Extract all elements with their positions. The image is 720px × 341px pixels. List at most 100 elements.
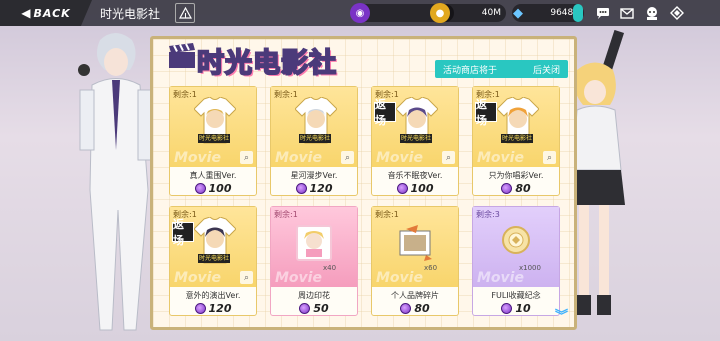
panel-header: 时光电影社 活动商店将于 后关闭 bbox=[153, 39, 574, 85]
item-image: 剩余:1 x60 Movie bbox=[372, 207, 458, 287]
movie-watermark: Movie bbox=[376, 270, 423, 286]
item-name: 个人品牌碎片 bbox=[391, 291, 439, 300]
price-value: 80 bbox=[515, 182, 531, 195]
item-image: 剩余:3 x1000 Movie bbox=[473, 207, 559, 287]
purple-coin-icon bbox=[299, 303, 311, 314]
shop-item[interactable]: 剩余:1 返场 时光电影社 Movie ⌕ 意外的演出Ver. 120 bbox=[169, 206, 257, 316]
shirt-tag: 时光电影社 bbox=[501, 134, 533, 143]
home-icon[interactable] bbox=[668, 4, 686, 22]
movie-watermark: Movie bbox=[174, 150, 221, 166]
shop-item[interactable]: 剩余:1 返场 时光电影社 Movie ⌕ 音乐不眠夜Ver. 100 bbox=[371, 86, 459, 196]
item-name: 只为你唱彩Ver. bbox=[488, 171, 544, 180]
item-quantity: x60 bbox=[424, 264, 438, 272]
item-quantity: x40 bbox=[323, 264, 337, 272]
right-character-illustration bbox=[565, 29, 645, 330]
page-title: 时光电影社 bbox=[100, 6, 161, 21]
movie-watermark: Movie bbox=[275, 150, 322, 166]
gold-coin-counter[interactable]: ● 40M bbox=[430, 3, 506, 23]
movie-watermark: Movie bbox=[275, 270, 322, 286]
shirt-tag: 时光电影社 bbox=[299, 134, 331, 143]
mail-icon[interactable] bbox=[618, 4, 636, 22]
item-remaining: 剩余:1 bbox=[274, 210, 298, 219]
medal-icon bbox=[501, 225, 531, 255]
scroll-down-icon[interactable]: ︾ bbox=[555, 305, 568, 324]
price-value: 120 bbox=[208, 302, 232, 315]
item-remaining: 剩余:1 bbox=[375, 210, 399, 219]
shop-close-notice: 活动商店将于 后关闭 bbox=[434, 60, 568, 78]
chat-icon[interactable] bbox=[594, 4, 612, 22]
item-price: 50 bbox=[271, 302, 357, 315]
character-icon[interactable] bbox=[643, 4, 661, 22]
item-image: 剩余:1 时光电影社 Movie ⌕ bbox=[170, 87, 256, 167]
item-image: 剩余:1 x40 Movie bbox=[271, 207, 357, 287]
item-price: 10 bbox=[473, 302, 559, 315]
price-value: 120 bbox=[309, 182, 333, 195]
shirt-tag: 时光电影社 bbox=[198, 134, 230, 143]
price-value: 100 bbox=[410, 182, 434, 195]
rerun-badge: 返场 bbox=[475, 98, 497, 127]
left-character-illustration bbox=[70, 30, 160, 341]
item-price: 100 bbox=[170, 182, 256, 195]
purple-coin-icon bbox=[194, 303, 206, 314]
item-price: 120 bbox=[271, 182, 357, 195]
shirt-tag: 时光电影社 bbox=[198, 254, 230, 263]
item-name: 音乐不眠夜Ver. bbox=[387, 171, 443, 180]
purple-coin-icon bbox=[501, 303, 513, 314]
sticker-icon bbox=[296, 225, 332, 261]
item-remaining: 剩余:1 bbox=[274, 90, 298, 99]
item-price: 80 bbox=[473, 182, 559, 195]
shirt-tag: 时光电影社 bbox=[400, 134, 432, 143]
gold-coin-value: 40M bbox=[481, 8, 501, 18]
item-name: 意外的演出Ver. bbox=[185, 291, 241, 300]
item-name: FULI收藏纪念 bbox=[491, 291, 541, 300]
price-value: 80 bbox=[414, 302, 430, 315]
item-image: 剩余:1 返场 时光电影社 Movie ⌕ bbox=[372, 87, 458, 167]
item-image: 剩余:1 时光电影社 Movie ⌕ bbox=[271, 87, 357, 167]
shop-item[interactable]: 剩余:1 x40 Movie 周边印花 50 bbox=[270, 206, 358, 316]
rerun-badge: 返场 bbox=[172, 218, 194, 247]
back-button[interactable]: ◀ BACK bbox=[0, 0, 92, 26]
search-icon[interactable]: ⌕ bbox=[240, 271, 253, 284]
purple-coin-icon bbox=[501, 183, 513, 194]
top-bar: ◀ BACK 时光电影社 ◉ 120 ● 40M ◆ 96481 bbox=[0, 0, 720, 26]
item-price: 100 bbox=[372, 182, 458, 195]
item-remaining: 剩余:3 bbox=[476, 210, 500, 219]
shop-item[interactable]: 剩余:1 时光电影社 Movie ⌕ 星河漫步Ver. 120 bbox=[270, 86, 358, 196]
panel-logo-title: 时光电影社 bbox=[196, 47, 337, 80]
purple-coin-icon: ◉ bbox=[350, 3, 370, 23]
purple-coin-icon bbox=[400, 303, 412, 314]
movie-watermark: Movie bbox=[174, 270, 221, 286]
item-name: 周边印花 bbox=[298, 291, 330, 300]
item-price: 120 bbox=[170, 302, 256, 315]
search-icon[interactable]: ⌕ bbox=[341, 151, 354, 164]
item-remaining: 剩余:1 bbox=[173, 90, 197, 99]
price-value: 10 bbox=[515, 302, 531, 315]
search-icon[interactable]: ⌕ bbox=[543, 151, 556, 164]
brand-fragment-icon bbox=[396, 225, 434, 261]
item-name: 星河漫步Ver. bbox=[290, 171, 338, 180]
movie-watermark: Movie bbox=[477, 270, 524, 286]
item-price: 80 bbox=[372, 302, 458, 315]
search-icon[interactable]: ⌕ bbox=[442, 151, 455, 164]
price-value: 100 bbox=[208, 182, 232, 195]
clapperboard-icon bbox=[167, 43, 197, 69]
rerun-badge: 返场 bbox=[374, 98, 396, 127]
item-grid: 剩余:1 时光电影社 Movie ⌕ 真人重围Ver. 100 剩余:1 时光电… bbox=[169, 86, 562, 316]
item-image: 剩余:1 返场 时光电影社 Movie ⌕ bbox=[473, 87, 559, 167]
shop-item[interactable]: 剩余:1 x60 Movie 个人品牌碎片 80 bbox=[371, 206, 459, 316]
add-diamond-button[interactable] bbox=[573, 4, 583, 22]
shop-item[interactable]: 剩余:3 x1000 Movie FULI收藏纪念 10 bbox=[472, 206, 560, 316]
tent-icon[interactable] bbox=[175, 3, 195, 23]
search-icon[interactable]: ⌕ bbox=[240, 151, 253, 164]
back-arrow-icon: ◀ bbox=[21, 6, 32, 20]
purple-coin-icon bbox=[396, 183, 408, 194]
item-image: 剩余:1 返场 时光电影社 Movie ⌕ bbox=[170, 207, 256, 287]
purple-coin-icon bbox=[295, 183, 307, 194]
shop-item[interactable]: 剩余:1 返场 时光电影社 Movie ⌕ 只为你唱彩Ver. 80 bbox=[472, 86, 560, 196]
purple-coin-icon bbox=[194, 183, 206, 194]
item-name: 真人重围Ver. bbox=[189, 171, 237, 180]
price-value: 50 bbox=[313, 302, 329, 315]
movie-watermark: Movie bbox=[376, 150, 423, 166]
shop-item[interactable]: 剩余:1 时光电影社 Movie ⌕ 真人重围Ver. 100 bbox=[169, 86, 257, 196]
gold-coin-icon: ● bbox=[430, 3, 450, 23]
